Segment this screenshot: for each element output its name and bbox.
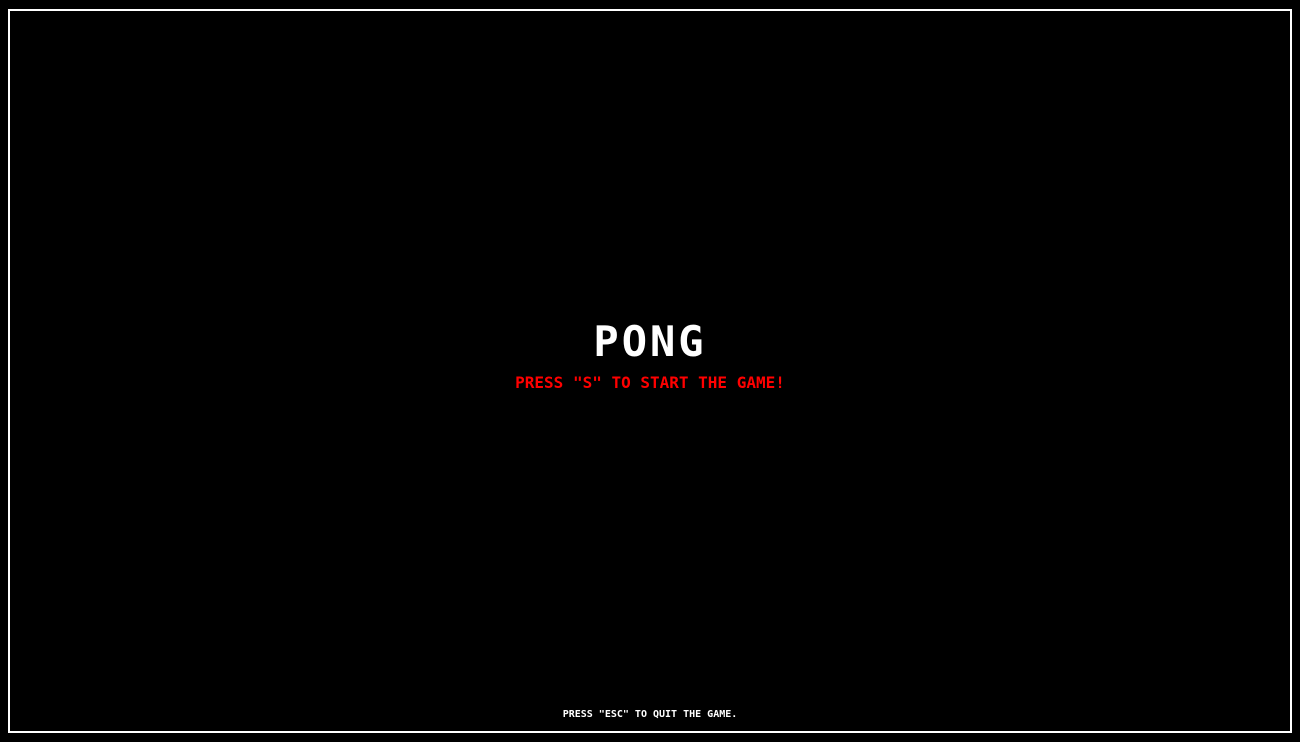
game-title: PONG bbox=[593, 317, 707, 366]
playfield-border bbox=[8, 9, 1292, 733]
quit-game-hint: PRESS "ESC" TO QUIT THE GAME. bbox=[562, 709, 738, 720]
start-game-prompt: PRESS "S" TO START THE GAME! bbox=[515, 373, 785, 392]
game-screen[interactable]: PONG PRESS "S" TO START THE GAME! PRESS … bbox=[0, 0, 1300, 742]
